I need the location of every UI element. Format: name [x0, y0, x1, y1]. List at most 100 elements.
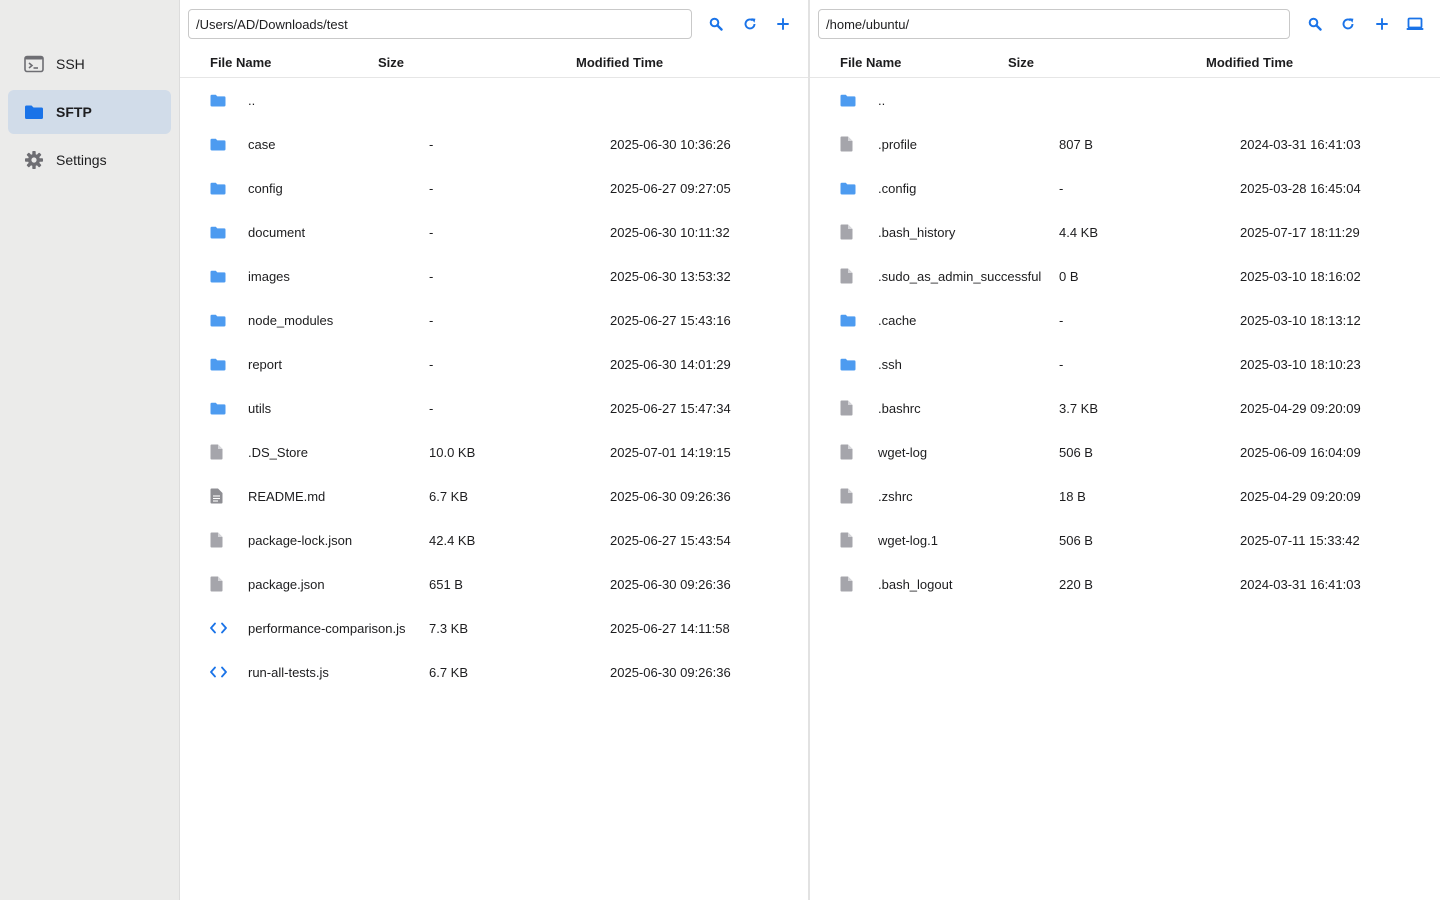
file-name: .. [878, 92, 886, 108]
file-row[interactable]: package-lock.json 42.4 KB 2025-06-27 15:43… [180, 518, 808, 562]
file-row[interactable]: .profile 807 B 2024-03-31 16:41:03 [810, 122, 1440, 166]
file-icon [810, 136, 878, 152]
remote-terminal-button[interactable] [1398, 9, 1432, 39]
file-modified-time: 2024-03-31 16:41:03 [1240, 136, 1361, 152]
file-row[interactable]: .zshrc 18 B 2025-04-29 09:20:09 [810, 474, 1440, 518]
file-row[interactable]: .bash_history 4.4 KB 2025-07-17 18:11:29 [810, 210, 1440, 254]
file-size: - [429, 400, 434, 416]
file-modified-time: 2025-07-01 14:19:15 [610, 444, 731, 460]
column-header-size[interactable]: Size [378, 55, 576, 70]
refresh-icon [1342, 18, 1354, 30]
file-size: 506 B [1059, 532, 1093, 548]
local-refresh-button[interactable] [733, 9, 766, 39]
file-row[interactable]: README.md 6.7 KB 2025-06-30 09:26:36 [180, 474, 808, 518]
file-row[interactable]: document - 2025-06-30 10:11:32 [180, 210, 808, 254]
sidebar-item-settings[interactable]: Settings [8, 138, 171, 182]
code-icon [180, 622, 248, 634]
sidebar-item-sftp[interactable]: SFTP [8, 90, 171, 134]
remote-table-header: File Name Size Modified Time [810, 48, 1440, 78]
local-path-bar [180, 0, 808, 48]
folder-icon [810, 94, 878, 107]
file-row[interactable]: .sudo_as_admin_successful 0 B 2025-03-10 1… [810, 254, 1440, 298]
file-name: .config [878, 180, 917, 196]
file-name: .cache [878, 312, 917, 328]
file-size: - [1059, 356, 1064, 372]
local-add-button[interactable] [767, 9, 800, 39]
file-modified-time: 2025-06-30 10:11:32 [610, 224, 730, 240]
local-path-input[interactable] [188, 9, 692, 39]
folder-icon [180, 226, 248, 239]
file-name: .bash_logout [878, 576, 953, 592]
file-size: - [429, 224, 434, 240]
file-icon [810, 576, 878, 592]
file-size: - [429, 136, 434, 152]
file-name: .ssh [878, 356, 902, 372]
file-name: package-lock.json [248, 532, 353, 548]
file-size: 42.4 KB [429, 532, 476, 548]
file-size: 506 B [1059, 444, 1093, 460]
file-size: 807 B [1059, 136, 1093, 152]
local-pane: File Name Size Modified Time .. case - 2025… [180, 0, 810, 900]
file-row[interactable]: case - 2025-06-30 10:36:26 [180, 122, 808, 166]
file-modified-time: 2025-06-30 09:26:36 [610, 664, 731, 680]
file-name: wget-log [878, 444, 928, 460]
local-search-button[interactable] [700, 9, 733, 39]
sidebar: SSH SFTP Settings [0, 0, 180, 900]
remote-search-button[interactable] [1298, 9, 1332, 39]
file-modified-time: 2025-07-11 15:33:42 [1240, 532, 1360, 548]
file-row[interactable]: .ssh - 2025-03-10 18:10:23 [810, 342, 1440, 386]
folder-icon [810, 358, 878, 371]
file-name: report [248, 356, 282, 372]
file-name: package.json [248, 576, 325, 592]
text-file-icon [180, 488, 248, 504]
file-size: - [429, 180, 434, 196]
file-size: 18 B [1059, 488, 1086, 504]
remote-refresh-button[interactable] [1331, 9, 1365, 39]
file-name: .bash_history [878, 224, 956, 240]
file-size: - [1059, 312, 1064, 328]
column-header-modified-time[interactable]: Modified Time [576, 55, 776, 70]
column-header-modified-time[interactable]: Modified Time [1206, 55, 1406, 70]
file-row[interactable]: utils - 2025-06-27 15:47:34 [180, 386, 808, 430]
file-row[interactable]: .DS_Store 10.0 KB 2025-07-01 14:19:15 [180, 430, 808, 474]
file-modified-time: 2025-07-17 18:11:29 [1240, 224, 1360, 240]
sidebar-item-label: SFTP [56, 104, 92, 120]
column-header-file-name[interactable]: File Name [810, 55, 1008, 70]
file-name: node_modules [248, 312, 334, 328]
file-modified-time: 2025-06-30 10:36:26 [610, 136, 731, 152]
file-size: 651 B [429, 576, 463, 592]
file-row[interactable]: report - 2025-06-30 14:01:29 [180, 342, 808, 386]
file-icon [810, 488, 878, 504]
file-row[interactable]: .cache - 2025-03-10 18:13:12 [810, 298, 1440, 342]
file-row[interactable]: performance-comparison.js 7.3 KB 2025-06-2… [180, 606, 808, 650]
file-row[interactable]: .bash_logout 220 B 2024-03-31 16:41:03 [810, 562, 1440, 606]
sidebar-item-ssh[interactable]: SSH [8, 42, 171, 86]
file-row[interactable]: config - 2025-06-27 09:27:05 [180, 166, 808, 210]
column-header-file-name[interactable]: File Name [180, 55, 378, 70]
column-header-size[interactable]: Size [1008, 55, 1206, 70]
file-name: run-all-tests.js [248, 664, 329, 680]
file-row[interactable]: run-all-tests.js 6.7 KB 2025-06-30 09:26:3… [180, 650, 808, 694]
file-name: .zshrc [878, 488, 913, 504]
file-size: 6.7 KB [429, 664, 469, 680]
file-row[interactable]: wget-log 506 B 2025-06-09 16:04:09 [810, 430, 1440, 474]
file-row[interactable]: images - 2025-06-30 13:53:32 [180, 254, 808, 298]
remote-path-input[interactable] [818, 9, 1290, 39]
file-row[interactable]: .. [180, 78, 808, 122]
file-row[interactable]: .. [810, 78, 1440, 122]
file-name: images [248, 268, 290, 284]
sidebar-item-label: Settings [56, 152, 107, 168]
remote-add-button[interactable] [1365, 9, 1399, 39]
file-row[interactable]: package.json 651 B 2025-06-30 09:26:36 [180, 562, 808, 606]
file-size: - [429, 268, 434, 284]
file-row[interactable]: .config - 2025-03-28 16:45:04 [810, 166, 1440, 210]
file-icon [810, 268, 878, 284]
laptop-icon [1406, 17, 1424, 30]
file-row[interactable]: wget-log.1 506 B 2025-07-11 15:33:42 [810, 518, 1440, 562]
folder-icon [180, 182, 248, 195]
file-row[interactable]: .bashrc 3.7 KB 2025-04-29 09:20:09 [810, 386, 1440, 430]
remote-file-list: .. .profile 807 B 2024-03-31 16:41:03 .confi… [810, 78, 1440, 606]
folder-icon [180, 270, 248, 283]
file-icon [810, 444, 878, 460]
file-row[interactable]: node_modules - 2025-06-27 15:43:16 [180, 298, 808, 342]
